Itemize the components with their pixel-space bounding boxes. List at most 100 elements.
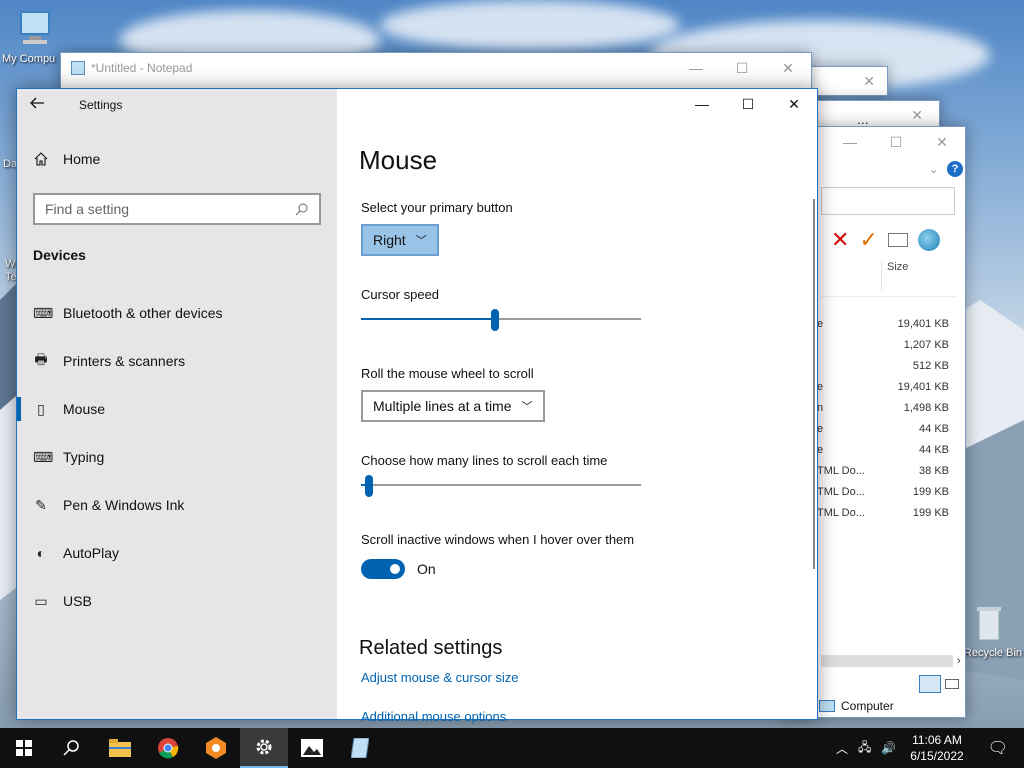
home-label: Home [63,151,101,167]
home-icon [34,152,48,166]
chevron-down-icon[interactable]: ⌄ [929,163,938,176]
close-icon[interactable]: ✕ [863,73,875,90]
file-size: 19,401 KB [897,380,949,393]
close-button[interactable]: ✕ [771,89,817,119]
list-item[interactable]: e 19,401 KB [817,313,949,334]
list-item[interactable]: n 1,498 KB [817,397,949,418]
notifications-icon[interactable]: 🗨 [972,738,1024,758]
additional-mouse-options-link[interactable]: Additional mouse options [361,709,506,724]
sidebar-item-mouse[interactable]: ▯ Mouse [17,385,337,433]
chevron-up-icon[interactable]: ︿ [830,740,854,757]
chrome-taskbar-button[interactable] [144,728,192,768]
scroll-right-icon[interactable]: › [957,655,961,667]
primary-button-dropdown[interactable]: Right ﹀ [361,224,439,256]
minimize-button[interactable]: — [827,127,873,157]
shell-icon[interactable] [917,229,940,251]
adjust-mouse-cursor-size-link[interactable]: Adjust mouse & cursor size [361,670,519,685]
recycle-bin-icon [977,607,1001,641]
file-size: 44 KB [919,422,949,435]
desktop-partial-label: W Te [5,258,17,283]
sidebar-item-usb[interactable]: ▭ USB [17,577,337,625]
start-button[interactable] [0,728,48,768]
list-item[interactable]: TML Do... 199 KB [817,502,949,523]
back-button[interactable] [29,95,53,115]
file-size: 19,401 KB [897,317,949,330]
settings-taskbar-button[interactable] [240,728,288,768]
usb-icon: ▭ [34,592,48,609]
maximize-button[interactable]: ☐ [719,53,765,83]
chrome-icon [158,738,179,759]
close-button[interactable]: ✕ [765,53,811,83]
file-list: e 19,401 KB 1,207 KB 512 KB e 19,401 KB n 1,498… [817,313,949,523]
minimize-button[interactable]: — [673,53,719,83]
sidebar-item-pen-windows-ink[interactable]: ✎ Pen & Windows Ink [17,481,337,529]
sidebar-item-bluetooth-other-devices[interactable]: ⌨ Bluetooth & other devices [17,289,337,337]
settings-window[interactable]: Settings Home Find a setting Devices ⌨ Bl… [16,88,818,724]
sidebar-item-printers-scanners[interactable]: 🖶 Printers & scanners [17,337,337,385]
vertical-scrollbar[interactable] [813,199,815,569]
wheel-scroll-value: Multiple lines at a time [373,398,512,414]
maximize-button[interactable]: ☐ [873,127,919,157]
keyboard-icon: ⌨ [33,448,54,465]
help-icon[interactable]: ? [947,161,963,177]
network-icon[interactable]: 🖧 [854,738,875,759]
search-icon [63,740,79,756]
clock-time: 11:06 AM [912,733,962,747]
clock[interactable]: 11:06 AM 6/15/2022 [902,732,971,764]
primary-button-label: Select your primary button [361,200,513,215]
notepad-window[interactable]: *Untitled - Notepad — ☐ ✕ [60,52,812,92]
horizontal-scrollbar[interactable] [821,655,953,667]
back-arrow-icon [30,97,44,109]
search-input[interactable]: Find a setting [33,193,321,225]
folder-icon [109,739,131,757]
column-header-size[interactable]: Size [887,261,908,273]
home-button[interactable]: Home [33,151,100,167]
list-item[interactable]: 1,207 KB [817,334,949,355]
checkmark-icon[interactable]: ✓ [859,227,877,253]
settings-sidebar: Settings Home Find a setting Devices ⌨ Bl… [17,89,337,719]
details-view-icon[interactable] [919,675,941,693]
list-item[interactable]: TML Do... 38 KB [817,460,949,481]
tiles-view-icon[interactable] [943,675,961,693]
minimize-button[interactable]: — [679,89,725,119]
maximize-button[interactable]: ☐ [725,89,771,119]
file-type: TML Do... [817,464,865,477]
volume-icon[interactable]: 🔊 [875,741,902,755]
app-icon [206,737,226,759]
computer-icon [819,700,835,712]
cursor-speed-slider[interactable] [361,309,641,331]
file-explorer-taskbar-button[interactable] [96,728,144,768]
slider-thumb[interactable] [365,475,374,497]
search-placeholder: Find a setting [45,201,130,217]
list-item[interactable]: e 44 KB [817,418,949,439]
printer-icon: 🖶 [34,351,48,367]
slider-thumb[interactable] [491,309,500,331]
sidebar-item-label: Bluetooth & other devices [63,305,223,321]
file-size: 38 KB [919,464,949,477]
list-item[interactable]: e 19,401 KB [817,376,949,397]
lines-scroll-label: Choose how many lines to scroll each tim… [361,453,608,468]
close-icon[interactable]: ✕ [911,107,923,124]
notepad-taskbar-button[interactable] [336,728,384,768]
status-location: Computer [841,699,894,713]
delete-icon[interactable]: ✕ [831,227,849,253]
sidebar-item-label: USB [63,593,92,609]
list-item[interactable]: e 44 KB [817,439,949,460]
file-size: 44 KB [919,443,949,456]
list-item[interactable]: TML Do... 199 KB [817,481,949,502]
sidebar-item-typing[interactable]: ⌨ Typing [17,433,337,481]
close-button[interactable]: ✕ [919,127,965,157]
sidebar-item-autoplay[interactable]: ◐ AutoPlay [17,529,337,577]
window-title: Settings [79,98,123,112]
app-taskbar-button[interactable] [192,728,240,768]
lines-scroll-slider[interactable] [361,475,641,497]
list-item[interactable]: 512 KB [817,355,949,376]
inactive-scroll-toggle[interactable] [361,559,405,579]
mail-icon[interactable] [887,233,908,247]
search-button[interactable] [48,728,96,768]
search-box[interactable] [821,187,955,215]
wheel-scroll-dropdown[interactable]: Multiple lines at a time ﹀ [361,390,545,422]
mouse-icon: ▯ [37,400,45,417]
photos-taskbar-button[interactable] [288,728,336,768]
chevron-down-icon: ﹀ [415,235,427,247]
